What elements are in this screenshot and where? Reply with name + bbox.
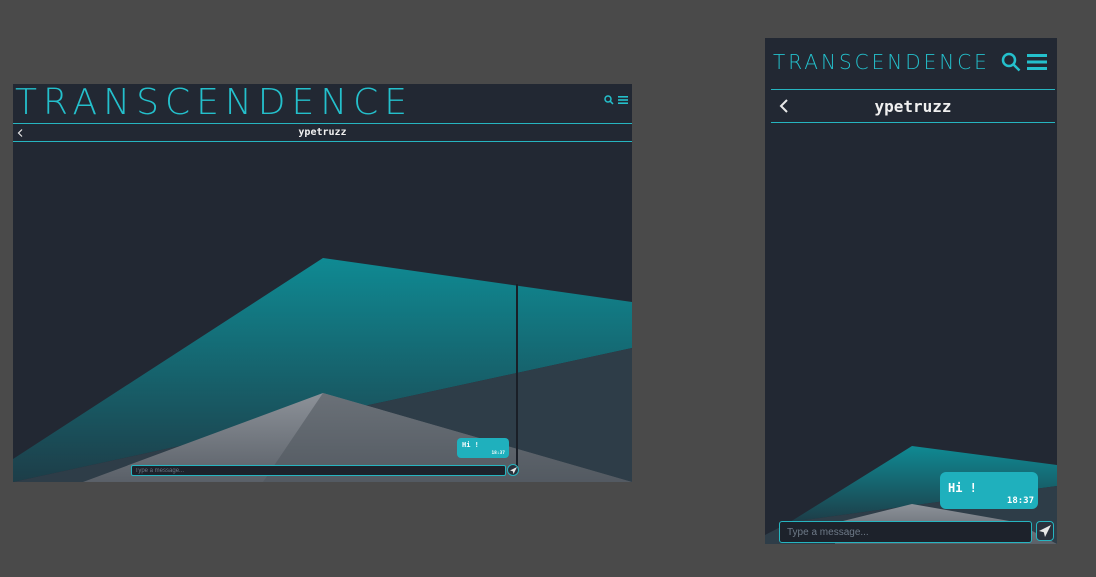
message-text: Hi !: [948, 481, 977, 495]
chat-header: ypetruzz: [771, 89, 1055, 123]
message-bubble: Hi ! 18:37: [457, 438, 509, 458]
app-logo[interactable]: TRANSCENDENCE: [15, 84, 413, 123]
message-time: 18:37: [491, 451, 505, 456]
top-bar-icons: [604, 90, 628, 109]
hamburger-menu-icon[interactable]: [1027, 52, 1047, 76]
chat-header: ypetruzz: [13, 123, 632, 142]
chat-contact-name: ypetruzz: [298, 127, 347, 138]
message-bubble: Hi ! 18:37: [940, 472, 1038, 509]
message-input[interactable]: [779, 521, 1032, 543]
send-button[interactable]: [507, 464, 519, 476]
chevron-left-icon[interactable]: [17, 128, 23, 137]
message-text: Hi !: [462, 441, 479, 449]
hamburger-menu-icon[interactable]: [618, 90, 628, 109]
message-time: 18:37: [1006, 496, 1034, 506]
search-icon[interactable]: [604, 90, 614, 109]
desktop-preview: TRANSCENDENCE ypetruzz Hi ! 18:37: [13, 84, 632, 482]
mobile-preview: TRANSCENDENCE ypetruzz Hi ! 18:37: [765, 38, 1057, 544]
paper-plane-icon: [509, 466, 517, 474]
top-bar-icons: [1001, 52, 1047, 76]
paper-plane-icon: [1039, 525, 1051, 537]
send-button[interactable]: [1036, 521, 1054, 541]
search-icon[interactable]: [1001, 52, 1021, 76]
app-logo[interactable]: TRANSCENDENCE: [773, 50, 990, 74]
chevron-left-icon[interactable]: [779, 99, 789, 113]
chat-contact-name: ypetruzz: [874, 96, 952, 116]
message-input[interactable]: [131, 465, 506, 476]
divider: [516, 284, 518, 472]
background-decoration: [13, 258, 632, 482]
